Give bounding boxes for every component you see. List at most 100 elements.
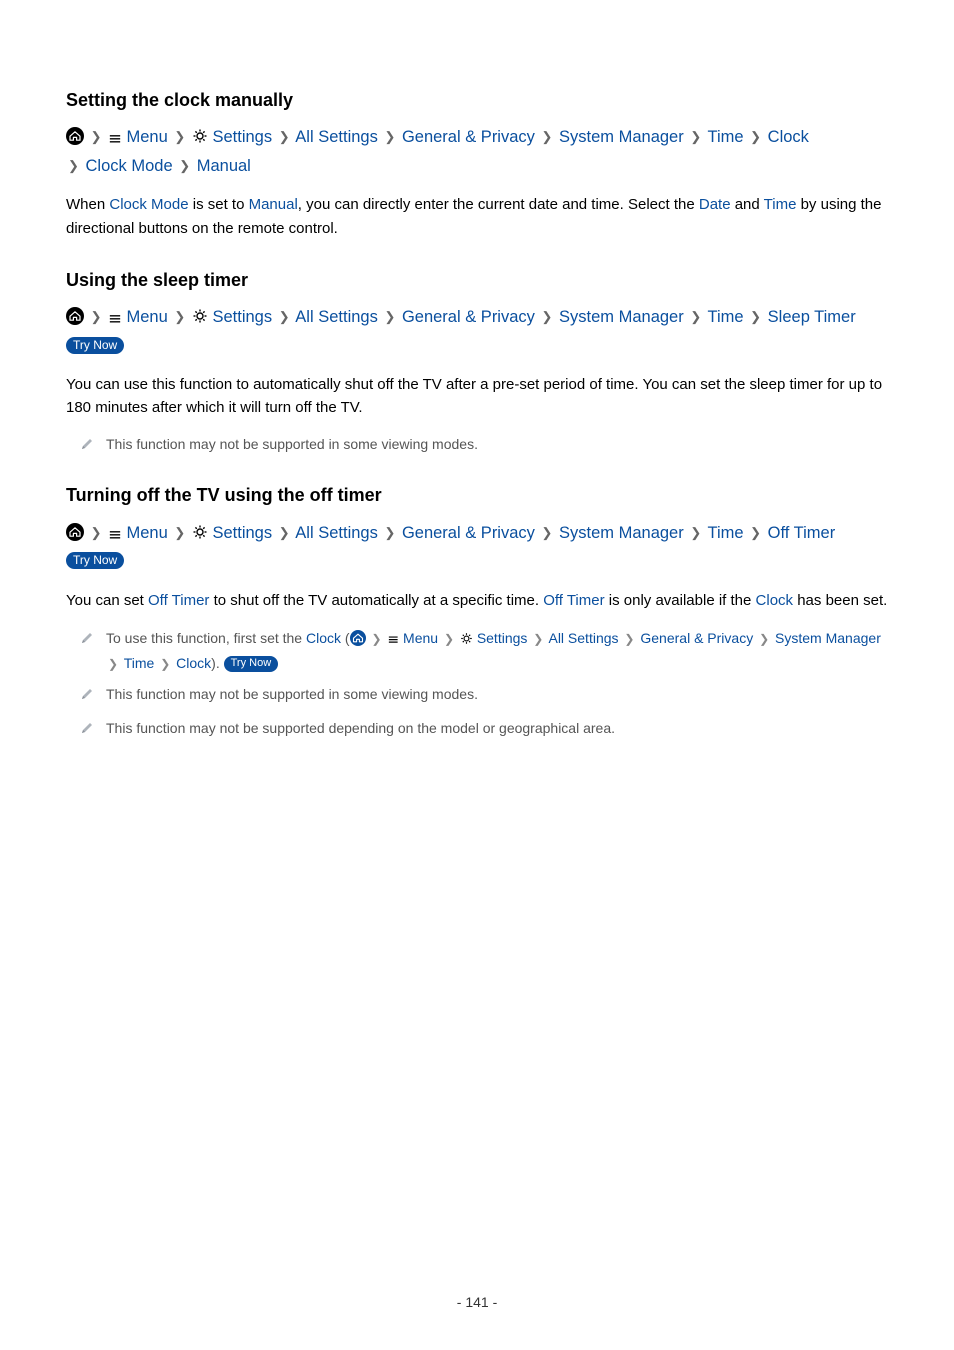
chevron-right-icon: ❯ [688,129,703,144]
pencil-icon [80,630,94,652]
nav-path-off-timer: ❯ ≡ Menu ❯ Settings ❯ All Settings ❯ Gen… [66,521,888,575]
section-title: Using the sleep timer [66,268,888,293]
pencil-icon [80,720,94,742]
nav-settings: Settings [477,630,528,646]
nav-off-timer: Off Timer [768,524,836,542]
chevron-right-icon: ❯ [382,525,397,540]
document-page: Setting the clock manually ❯ ≡ Menu ❯ Se… [0,0,954,1350]
chevron-right-icon: ❯ [688,525,703,540]
chevron-right-icon: ❯ [540,309,555,324]
chevron-right-icon: ❯ [622,632,636,646]
note-text: This function may not be supported depen… [106,718,888,740]
text-highlight: Clock [306,630,341,646]
pencil-icon [80,436,94,458]
nav-system-manager: System Manager [559,524,684,542]
section-title: Setting the clock manually [66,88,888,113]
section-off-timer: Turning off the TV using the off timer ❯… [66,483,888,741]
chevron-right-icon: ❯ [172,129,187,144]
section3-notes: To use this function, first set the Cloc… [80,628,888,742]
chevron-right-icon: ❯ [89,309,104,324]
menu-icon: ≡ [108,311,122,328]
note-text: To use this function, first set the Cloc… [106,628,888,674]
chevron-right-icon: ❯ [688,309,703,324]
home-icon [66,127,84,154]
chevron-right-icon: ❯ [89,525,104,540]
menu-icon: ≡ [387,633,399,647]
text-highlight: Off Timer [543,592,604,609]
nav-time: Time [708,524,744,542]
nav-menu: Menu [403,630,438,646]
chevron-right-icon: ❯ [382,309,397,324]
text-span: is set to [189,196,249,213]
menu-icon: ≡ [108,527,122,544]
nav-path-clock-manual: ❯ ≡ Menu ❯ Settings ❯ All Settings ❯ Gen… [66,125,888,179]
nav-menu: Menu [127,524,168,542]
section-sleep-timer: Using the sleep timer ❯ ≡ Menu ❯ Setting… [66,268,888,458]
nav-manual: Manual [197,157,251,175]
gear-icon [192,127,208,153]
menu-icon: ≡ [108,131,122,148]
nav-time: Time [708,128,744,146]
text-highlight: Clock Mode [109,196,188,213]
note-text: This function may not be supported in so… [106,684,888,706]
nav-system-manager: System Manager [559,128,684,146]
home-icon [66,307,84,334]
section2-body: You can use this function to automatical… [66,373,888,420]
text-span: and [731,196,764,213]
text-span: , you can directly enter the current dat… [298,196,699,213]
chevron-right-icon: ❯ [748,129,763,144]
text-highlight: Clock [756,592,794,609]
chevron-right-icon: ❯ [531,632,545,646]
nav-clock: Clock [176,655,211,671]
chevron-right-icon: ❯ [540,129,555,144]
nav-menu: Menu [127,128,168,146]
text-span: to shut off the TV automatically at a sp… [209,592,543,609]
chevron-right-icon: ❯ [172,309,187,324]
chevron-right-icon: ❯ [369,632,383,646]
gear-icon [192,523,208,549]
chevron-right-icon: ❯ [66,158,81,173]
chevron-right-icon: ❯ [277,129,292,144]
nav-clock: Clock [768,128,809,146]
chevron-right-icon: ❯ [442,632,456,646]
nav-all-settings: All Settings [295,524,378,542]
try-now-badge[interactable]: Try Now [66,337,124,354]
try-now-badge[interactable]: Try Now [224,656,279,672]
nav-path-sleep-timer: ❯ ≡ Menu ❯ Settings ❯ All Settings ❯ Gen… [66,305,888,359]
note-item: This function may not be supported in so… [80,434,888,458]
text-span: has been set. [793,592,887,609]
nav-all-settings: All Settings [295,128,378,146]
chevron-right-icon: ❯ [382,129,397,144]
section-title: Turning off the TV using the off timer [66,483,888,508]
text-span: When [66,196,109,213]
try-now-badge[interactable]: Try Now [66,552,124,569]
note-item: This function may not be supported depen… [80,718,888,742]
text-span: ( [341,630,350,646]
text-highlight: Off Timer [148,592,209,609]
pencil-icon [80,686,94,708]
note-item: To use this function, first set the Cloc… [80,628,888,674]
note-text: This function may not be supported in so… [106,434,888,456]
nav-general-privacy: General & Privacy [402,524,535,542]
nav-menu: Menu [127,308,168,326]
gear-icon [192,307,208,333]
nav-settings: Settings [212,308,272,326]
chevron-right-icon: ❯ [177,158,192,173]
nav-settings: Settings [212,524,272,542]
chevron-right-icon: ❯ [757,632,771,646]
nav-all-settings: All Settings [548,630,618,646]
nav-general-privacy: General & Privacy [402,308,535,326]
nav-clock-mode: Clock Mode [86,157,173,175]
chevron-right-icon: ❯ [748,309,763,324]
text-span: ). [211,655,223,671]
text-span: is only available if the [605,592,756,609]
chevron-right-icon: ❯ [89,129,104,144]
section3-body: You can set Off Timer to shut off the TV… [66,589,888,612]
chevron-right-icon: ❯ [277,309,292,324]
nav-system-manager: System Manager [775,630,881,646]
home-icon [66,523,84,550]
nav-system-manager: System Manager [559,308,684,326]
text-span: To use this function, first set the [106,630,306,646]
text-highlight: Manual [249,196,298,213]
text-span: You can set [66,592,148,609]
